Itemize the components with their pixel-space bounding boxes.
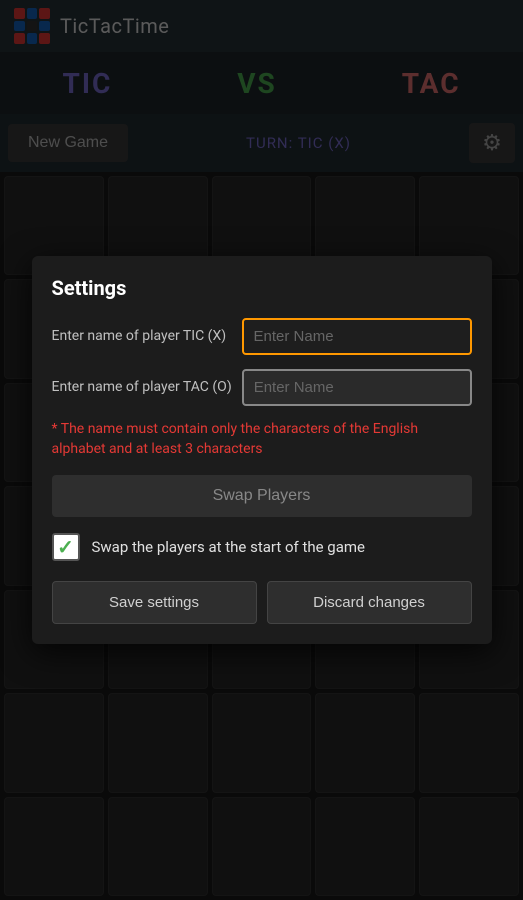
tic-name-row: Enter name of player TIC (X) — [52, 318, 472, 355]
dialog-title: Settings — [52, 276, 472, 300]
tic-name-input[interactable] — [242, 318, 472, 355]
validation-message: * The name must contain only the charact… — [52, 420, 472, 459]
modal-overlay: Settings Enter name of player TIC (X) En… — [0, 0, 523, 900]
tac-name-label: Enter name of player TAC (O) — [52, 379, 232, 395]
tac-name-input[interactable] — [242, 369, 472, 406]
swap-start-row: ✓ Swap the players at the start of the g… — [52, 533, 472, 561]
tac-name-row: Enter name of player TAC (O) — [52, 369, 472, 406]
settings-dialog: Settings Enter name of player TIC (X) En… — [32, 256, 492, 644]
save-settings-button[interactable]: Save settings — [52, 581, 257, 624]
dialog-button-row: Save settings Discard changes — [52, 581, 472, 624]
checkmark-icon: ✓ — [57, 537, 74, 557]
tic-name-label: Enter name of player TIC (X) — [52, 328, 232, 344]
swap-start-label: Swap the players at the start of the gam… — [92, 538, 366, 556]
discard-changes-button[interactable]: Discard changes — [267, 581, 472, 624]
swap-players-button[interactable]: Swap Players — [52, 475, 472, 517]
swap-start-checkbox[interactable]: ✓ — [52, 533, 80, 561]
